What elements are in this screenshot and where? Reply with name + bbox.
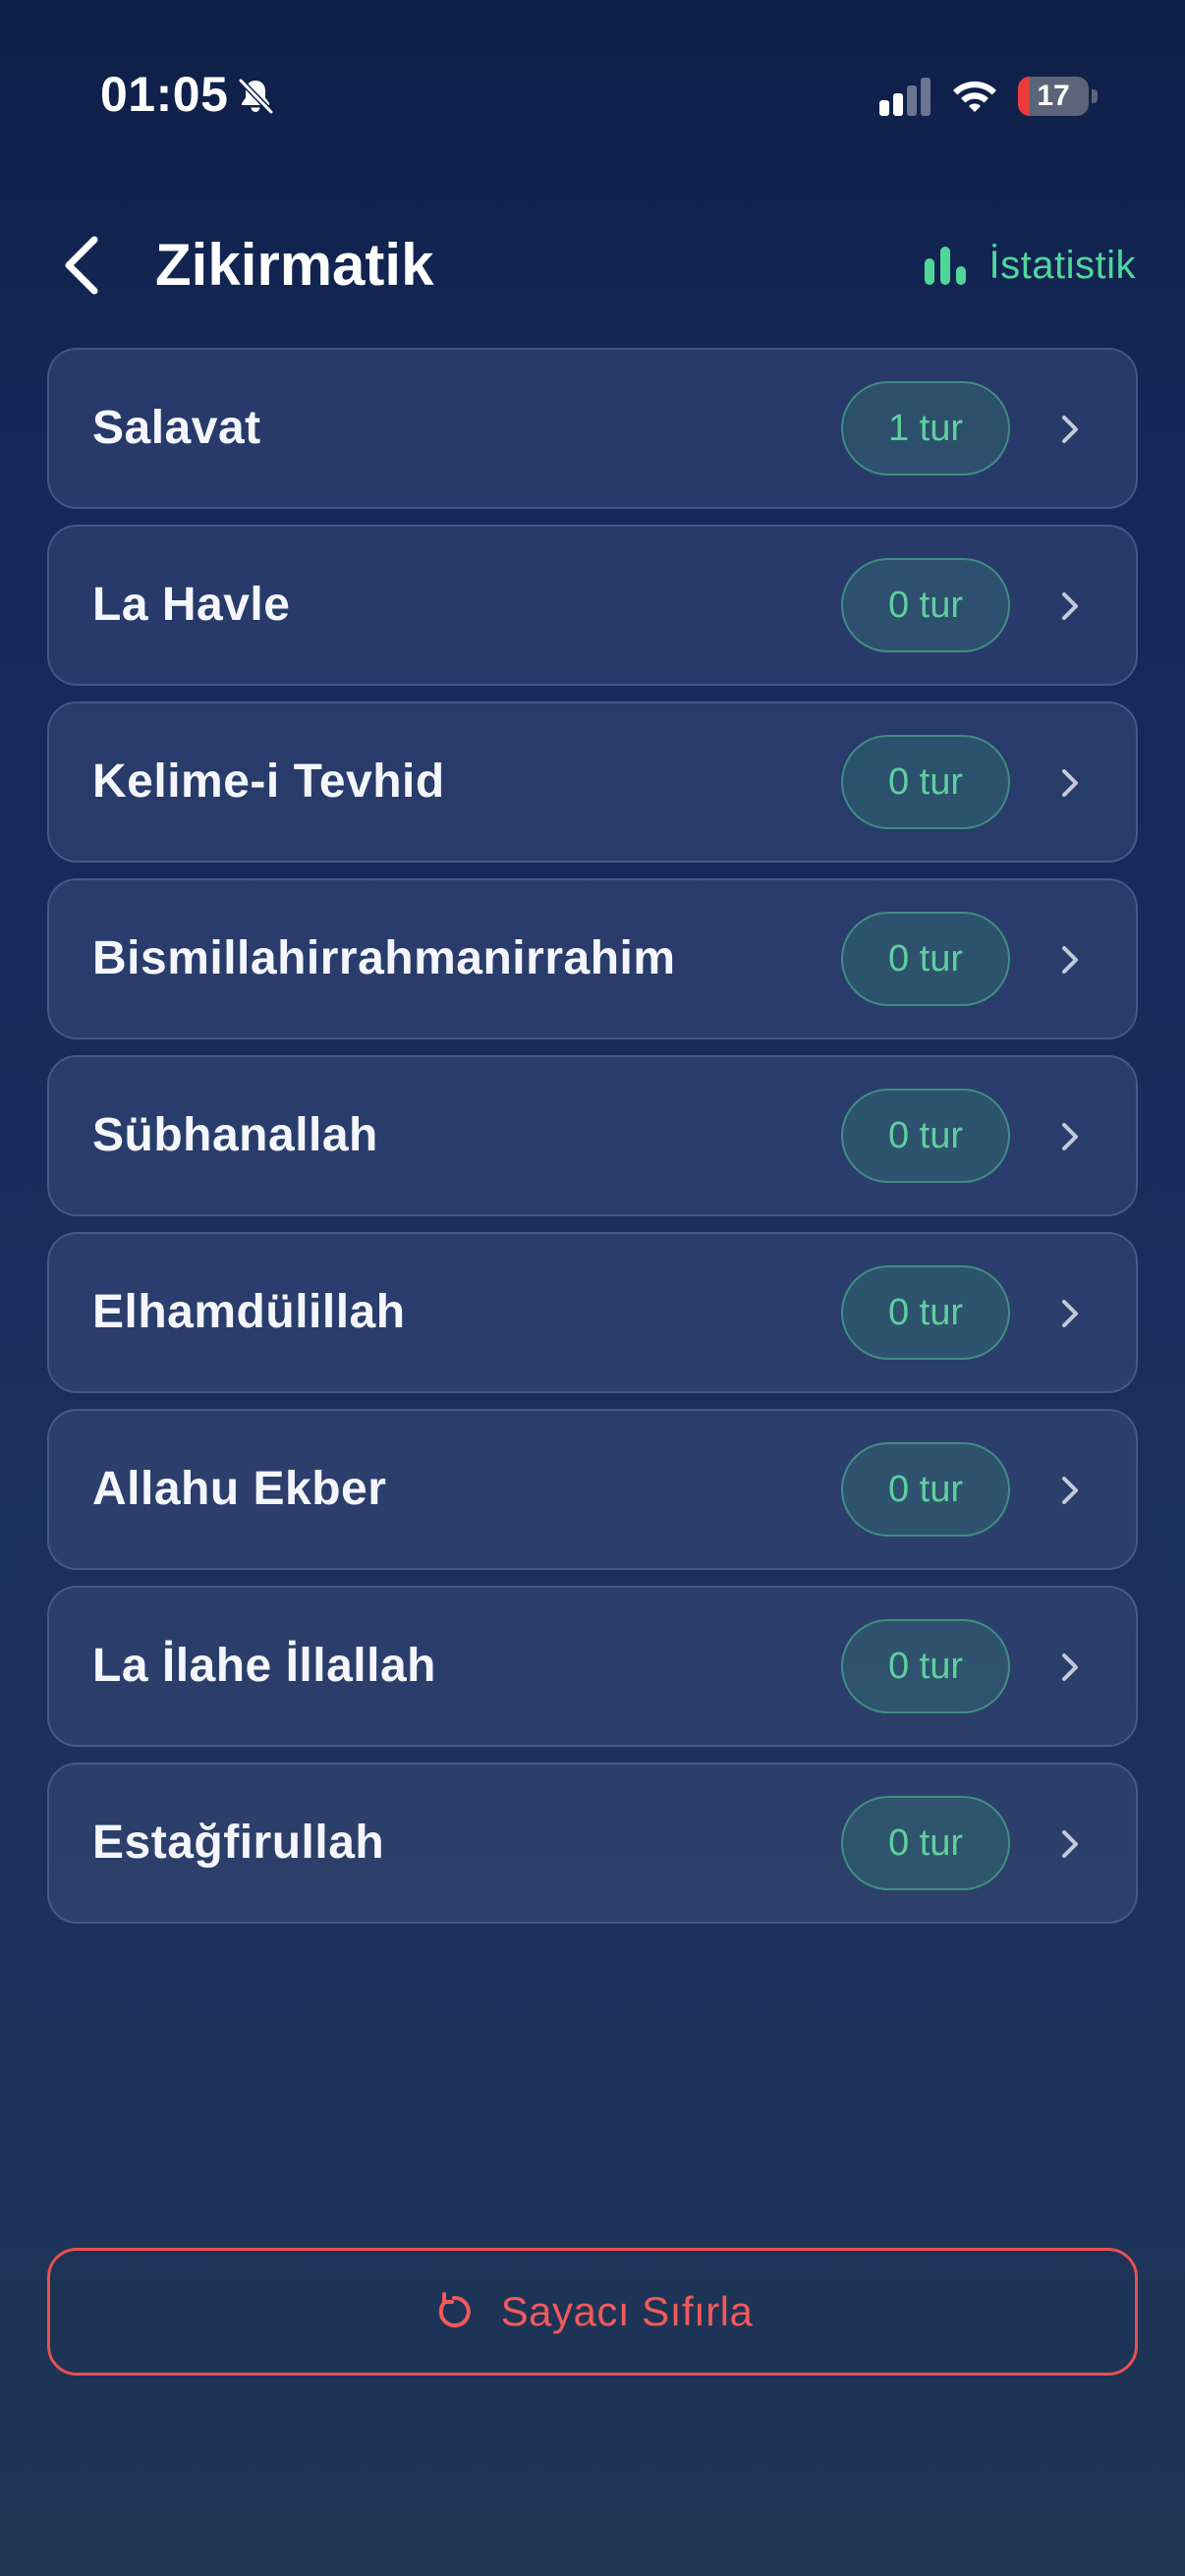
zikr-item-salavat[interactable]: Salavat 1 tur <box>47 348 1138 509</box>
zikr-name: Sübhanallah <box>92 1109 378 1161</box>
reset-counter-label: Sayacı Sıfırla <box>500 2288 754 2334</box>
battery-percent: 17 <box>1037 80 1070 112</box>
page-title: Zikirmatik <box>155 232 434 298</box>
zikr-name: La İlahe İllallah <box>92 1640 436 1692</box>
battery-body: 17 <box>1018 77 1089 116</box>
zikr-name: Elhamdülillah <box>92 1286 406 1338</box>
statistics-button[interactable]: İstatistik <box>923 236 1136 295</box>
status-bar: 01:05 17 <box>0 0 1185 187</box>
zikr-item-la-ilahe-illallah[interactable]: La İlahe İllallah 0 tur <box>47 1586 1138 1747</box>
zikr-name: Salavat <box>92 402 261 454</box>
chevron-right-icon <box>1062 416 1078 443</box>
zikr-name: Kelime-i Tevhid <box>92 756 445 808</box>
chevron-right-icon <box>1062 769 1078 797</box>
header: Zikirmatik İstatistik <box>0 206 1185 324</box>
tur-count-badge: 0 tur <box>841 1442 1010 1537</box>
zikr-item-bismillah[interactable]: Bismillahirrahmanirrahim 0 tur <box>47 878 1138 1039</box>
wifi-icon <box>953 81 996 112</box>
tur-count-badge: 0 tur <box>841 558 1010 652</box>
chevron-right-icon <box>1062 592 1078 620</box>
zikr-list: Salavat 1 tur La Havle 0 tur Kelime-i Te… <box>47 348 1138 1939</box>
zikr-name: La Havle <box>92 579 291 631</box>
battery-cap <box>1092 89 1098 103</box>
zikr-name: Bismillahirrahmanirrahim <box>92 932 676 984</box>
zikr-name: Estağfirullah <box>92 1817 385 1869</box>
tur-count-badge: 0 tur <box>841 1265 1010 1360</box>
chevron-right-icon <box>1062 1300 1078 1327</box>
zikr-item-estagfirullah[interactable]: Estağfirullah 0 tur <box>47 1763 1138 1924</box>
chevron-left-icon[interactable] <box>49 228 118 303</box>
battery-indicator: 17 <box>1018 77 1099 116</box>
zikr-item-subhanallah[interactable]: Sübhanallah 0 tur <box>47 1055 1138 1216</box>
tur-count-badge: 0 tur <box>841 1796 1010 1890</box>
zikr-name: Allahu Ekber <box>92 1463 387 1515</box>
bell-off-icon <box>238 78 274 115</box>
chevron-right-icon <box>1062 1123 1078 1150</box>
chevron-right-icon <box>1062 1830 1078 1858</box>
status-time: 01:05 <box>100 67 229 122</box>
tur-count-badge: 0 tur <box>841 1619 1010 1713</box>
rotate-ccw-icon <box>438 2292 471 2327</box>
chevron-right-icon <box>1062 946 1078 974</box>
zikr-item-la-havle[interactable]: La Havle 0 tur <box>47 525 1138 686</box>
tur-count-badge: 0 tur <box>841 735 1010 829</box>
tur-count-badge: 0 tur <box>841 1089 1010 1183</box>
reset-counter-button[interactable]: Sayacı Sıfırla <box>47 2248 1138 2376</box>
statistics-label: İstatistik <box>988 243 1136 287</box>
tur-count-badge: 1 tur <box>841 381 1010 476</box>
zikr-item-kelime-i-tevhid[interactable]: Kelime-i Tevhid 0 tur <box>47 701 1138 863</box>
chevron-right-icon <box>1062 1477 1078 1504</box>
zikr-item-allahu-ekber[interactable]: Allahu Ekber 0 tur <box>47 1409 1138 1570</box>
tur-count-badge: 0 tur <box>841 912 1010 1006</box>
bar-chart-icon <box>924 247 966 285</box>
chevron-right-icon <box>1062 1653 1078 1681</box>
cellular-signal-icon <box>879 78 931 116</box>
zikr-item-elhamdulillah[interactable]: Elhamdülillah 0 tur <box>47 1232 1138 1393</box>
